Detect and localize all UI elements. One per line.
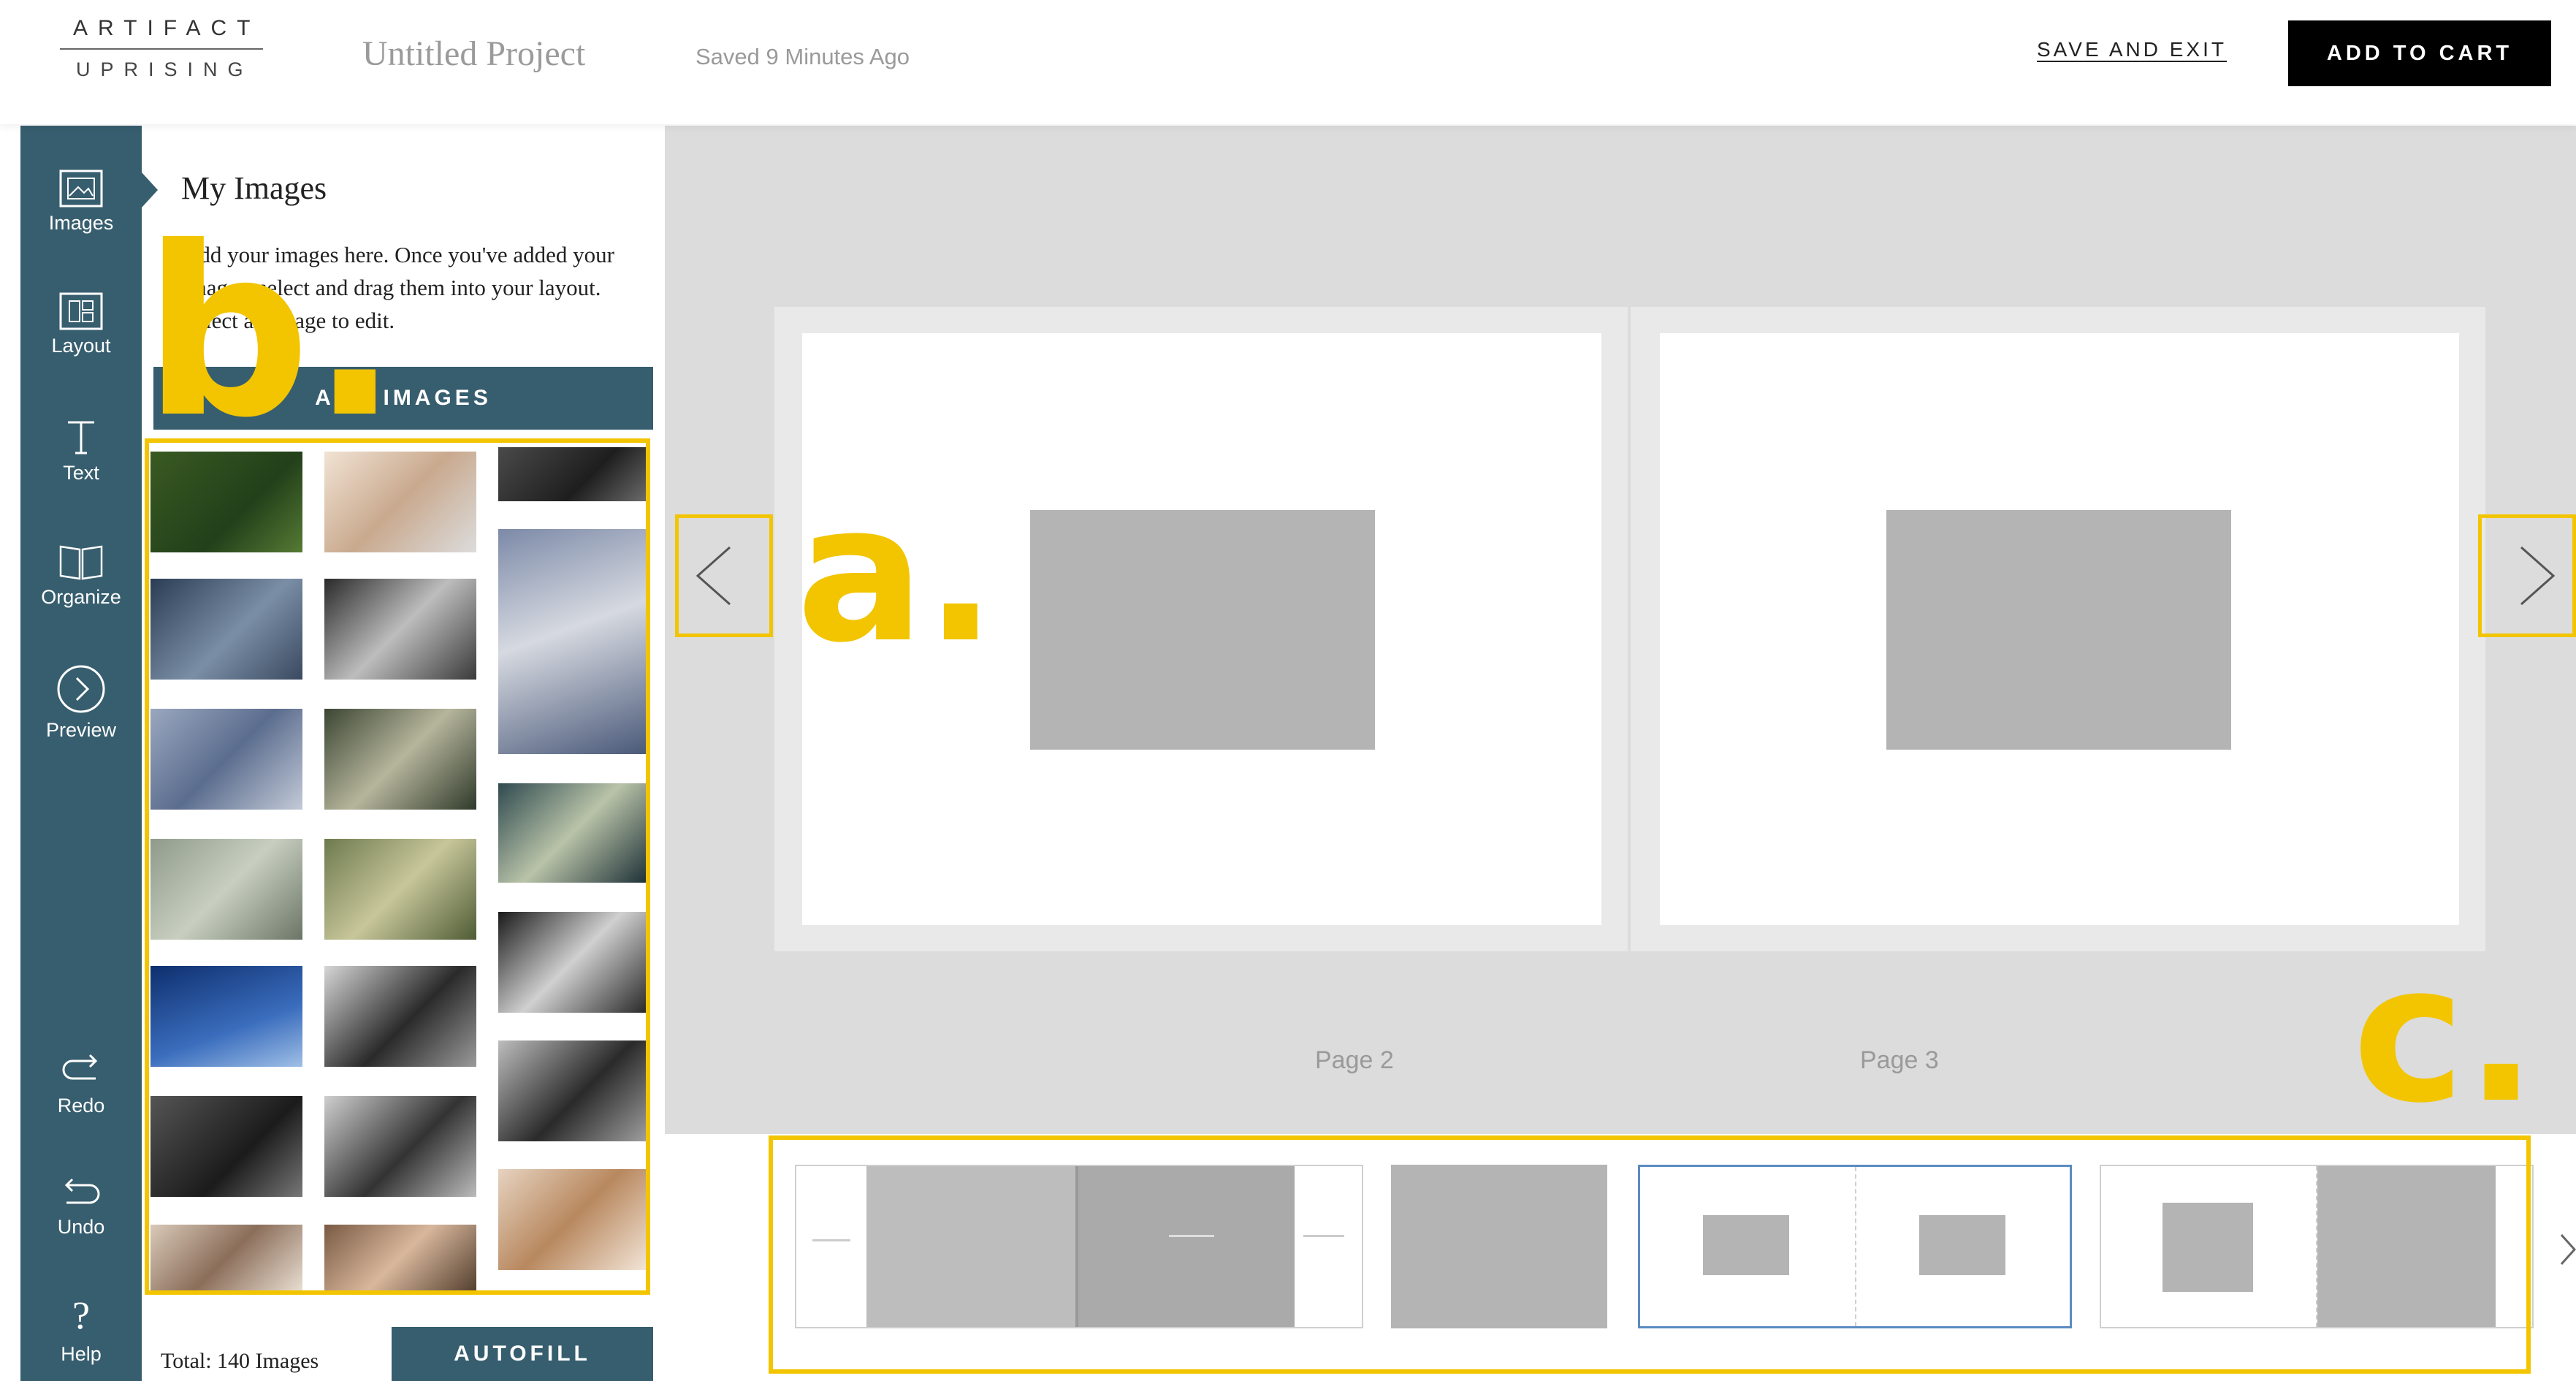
photo-slot[interactable] [1030,510,1375,750]
page-label-right: Page 3 [1860,1046,1939,1074]
tool-help[interactable]: ? Help [20,1292,142,1366]
filmstrip-next-icon[interactable] [2557,1229,2576,1270]
add-to-cart-button[interactable]: ADD TO CART [2288,20,2551,86]
total-images-count: Total: 140 Images [161,1349,319,1373]
annotation-letter-c: c. [2352,924,2537,1145]
image-grid-highlight [145,438,650,1295]
prev-spread-button[interactable] [675,514,773,637]
logo-divider [60,48,263,50]
tool-text[interactable]: Text [20,416,142,484]
page-right[interactable] [1660,333,2459,925]
tool-label: Undo [57,1216,105,1238]
help-icon: ? [72,1293,90,1337]
save-and-exit-link[interactable]: SAVE AND EXIT [2037,38,2227,61]
annotation-letter-a: a. [796,464,997,685]
tool-rail: Images Layout Text Organize Preview Redo… [20,126,142,1381]
saved-status: Saved 9 Minutes Ago [696,44,910,69]
image-icon [59,170,103,208]
tool-label: Help [61,1343,102,1365]
chevron-left-icon [696,546,731,606]
project-title[interactable]: Untitled Project [362,34,585,74]
book-icon [59,545,103,580]
redo-icon [62,1054,98,1080]
autofill-button[interactable]: AUTOFILL [392,1327,653,1381]
chevron-circle-icon [57,665,105,713]
tool-label: Text [63,462,99,484]
tool-preview[interactable]: Preview [20,663,142,742]
page-label-left: Page 2 [1315,1046,1394,1074]
chevron-right-icon [2520,546,2556,606]
tool-undo[interactable]: Undo [20,1175,142,1239]
tool-label: Images [48,212,114,234]
tool-label: Organize [41,586,121,608]
photo-slot[interactable] [1886,510,2231,750]
spread-gutter [1628,307,1631,951]
logo-line1: ARTIFACT [73,16,261,40]
tool-label: Layout [51,335,111,357]
logo-line2: UPRISING [76,58,254,80]
layout-icon [59,292,103,330]
annotation-letter-b: b. [143,197,400,469]
tool-images[interactable]: Images [20,170,142,235]
tool-layout[interactable]: Layout [20,292,142,357]
header: ARTIFACT UPRISING Untitled Project Saved… [0,0,2576,124]
tool-label: Preview [45,719,117,741]
filmstrip-highlight [769,1135,2531,1374]
tool-organize[interactable]: Organize [20,542,142,609]
tool-label: Redo [57,1095,105,1116]
undo-icon [64,1178,100,1204]
next-spread-button[interactable] [2478,514,2576,637]
tool-redo[interactable]: Redo [20,1054,142,1117]
text-icon [68,421,94,454]
